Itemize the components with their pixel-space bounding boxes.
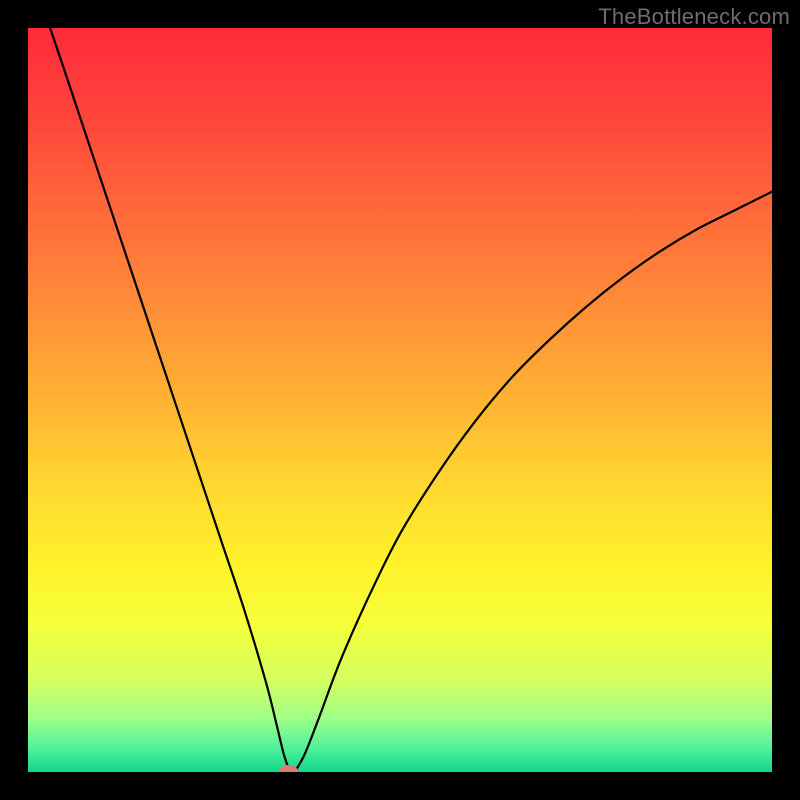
bottleneck-chart bbox=[28, 28, 772, 772]
chart-background bbox=[28, 28, 772, 772]
chart-frame bbox=[28, 28, 772, 772]
watermark-label: TheBottleneck.com bbox=[598, 4, 790, 30]
